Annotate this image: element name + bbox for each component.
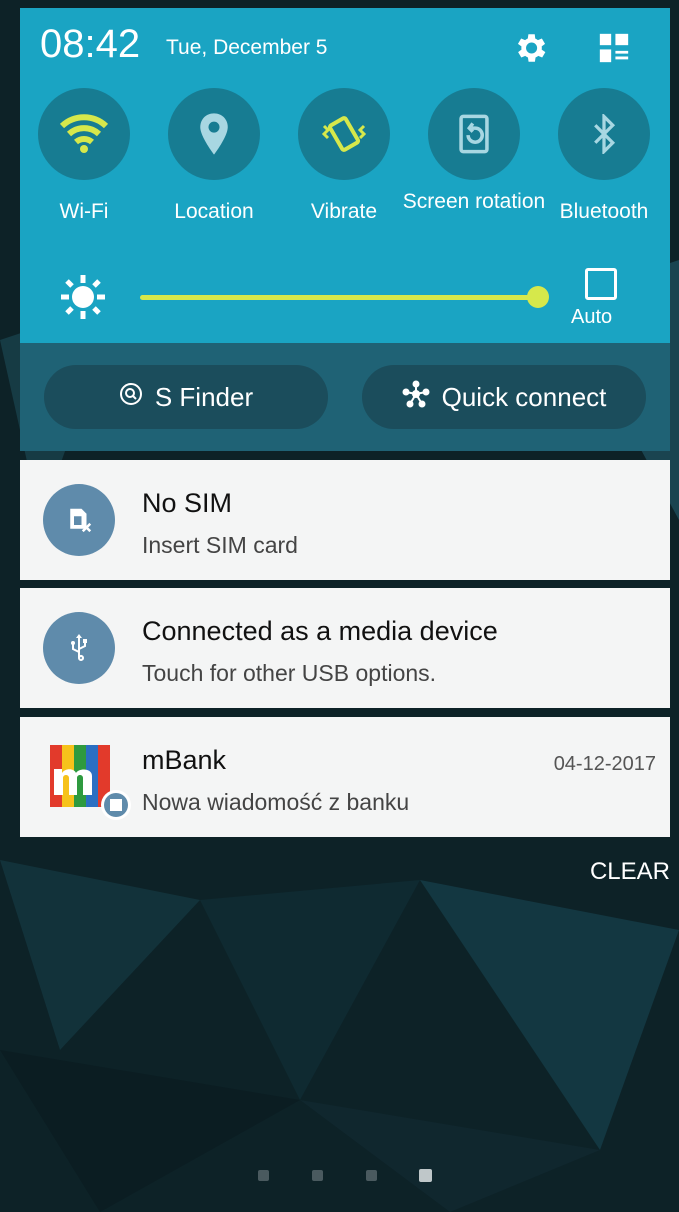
notification-title: mBank <box>142 745 227 775</box>
tile-location[interactable]: Location <box>150 88 270 248</box>
notification-subtitle: Touch for other USB options. <box>142 660 437 686</box>
search-icon <box>119 382 143 413</box>
edit-tiles-icon[interactable] <box>592 26 636 70</box>
tile-label: Bluetooth <box>559 200 649 223</box>
s-finder-label: S Finder <box>154 381 254 412</box>
page-dot[interactable] <box>312 1170 323 1181</box>
finder-bar: S Finder Quick connect <box>20 343 670 451</box>
tile-label: Vibrate <box>310 200 378 223</box>
notification-title: No SIM <box>142 488 233 518</box>
brightness-slider-knob[interactable] <box>527 286 549 308</box>
tile-screen-rotation[interactable]: Screen rotation <box>403 88 545 248</box>
quick-settings-panel: 08:42 Tue, December 5 Wi-Fi Location Vib… <box>20 8 670 343</box>
location-icon <box>168 88 260 180</box>
tile-label: Screen rotation <box>402 190 546 213</box>
usb-icon <box>43 612 115 684</box>
quick-connect-icon <box>402 380 430 415</box>
notification-subtitle: Nowa wiadomość z banku <box>142 789 410 815</box>
brightness-slider[interactable] <box>140 295 540 300</box>
screen-rotation-icon <box>428 88 520 180</box>
auto-brightness-checkbox[interactable] <box>585 268 617 300</box>
clear-button[interactable]: CLEAR <box>590 858 670 886</box>
tile-label: Wi-Fi <box>59 200 109 223</box>
notification-subtitle: Insert SIM card <box>142 532 298 558</box>
tile-bluetooth[interactable]: Bluetooth <box>540 88 660 248</box>
page-dot-current[interactable] <box>419 1169 432 1182</box>
quick-connect-button[interactable]: Quick connect <box>362 365 646 429</box>
brightness-sun-icon <box>60 274 106 320</box>
bluetooth-icon <box>558 88 650 180</box>
tile-wifi[interactable]: Wi-Fi <box>20 88 140 248</box>
notification-no-sim[interactable]: No SIM Insert SIM card <box>20 460 670 580</box>
settings-gear-icon[interactable] <box>508 26 552 70</box>
quick-connect-label: Quick connect <box>441 381 607 412</box>
notification-usb[interactable]: Connected as a media device Touch for ot… <box>20 588 670 708</box>
mbank-logo-icon <box>50 745 132 821</box>
notification-time: 04-12-2017 <box>553 753 656 775</box>
date-label: Tue, December 5 <box>166 36 328 59</box>
notification-title: Connected as a media device <box>142 616 498 646</box>
tile-label: Location <box>174 200 254 223</box>
wifi-icon <box>38 88 130 180</box>
notification-mbank[interactable]: mBank Nowa wiadomość z banku 04-12-2017 <box>20 717 670 837</box>
vibrate-icon <box>298 88 390 180</box>
s-finder-button[interactable]: S Finder <box>44 365 328 429</box>
sim-card-icon <box>43 484 115 556</box>
page-dot[interactable] <box>366 1170 377 1181</box>
clock: 08:42 <box>40 22 141 66</box>
page-dot[interactable] <box>258 1170 269 1181</box>
auto-brightness-label: Auto <box>571 306 613 328</box>
tile-vibrate[interactable]: Vibrate <box>280 88 400 248</box>
